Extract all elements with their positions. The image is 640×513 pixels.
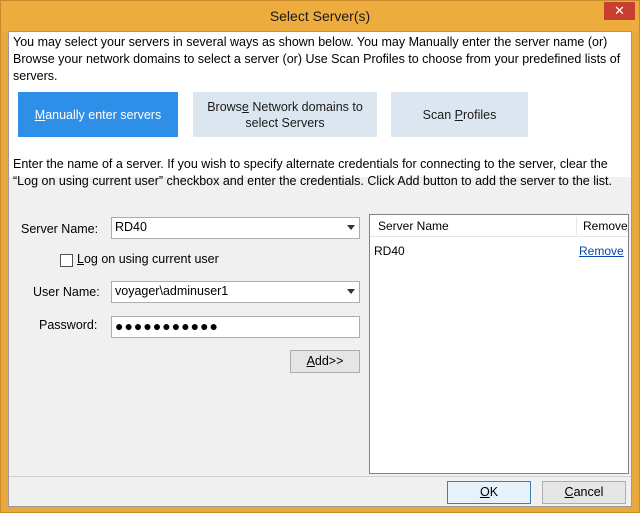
instructions-text: Enter the name of a server. If you wish … <box>13 157 612 188</box>
title-bar: Select Server(s) ✕ <box>1 1 639 31</box>
server-name-combobox[interactable]: RD40 <box>111 217 360 239</box>
intro-text: You may select your servers in several w… <box>9 32 631 83</box>
close-icon: ✕ <box>614 3 625 18</box>
server-name-label: Server Name: <box>21 222 99 236</box>
select-servers-dialog: Select Server(s) ✕ You may select your s… <box>0 0 640 513</box>
browse-network-button[interactable]: Browse Network domains to select Servers <box>193 92 377 137</box>
password-field[interactable]: ●●●●●●●●●●● <box>111 316 360 338</box>
logon-current-user-checkbox[interactable] <box>60 254 73 267</box>
chevron-down-icon[interactable] <box>347 289 355 294</box>
password-label: Password: <box>39 318 98 332</box>
column-divider[interactable] <box>576 217 577 235</box>
scan-profiles-label: Scan Profiles <box>422 107 497 122</box>
server-row-name: RD40 <box>374 244 405 258</box>
ok-button[interactable]: OK <box>447 481 531 504</box>
manual-entry-button[interactable]: Manually enter servers <box>18 92 178 137</box>
user-name-label: User Name: <box>33 285 100 299</box>
remove-server-link[interactable]: Remove <box>579 244 624 258</box>
server-list-header: Server Name Remove <box>370 215 628 237</box>
table-row[interactable]: RD40 Remove <box>370 241 628 261</box>
close-button[interactable]: ✕ <box>604 2 635 20</box>
server-name-value: RD40 <box>115 220 147 234</box>
browse-network-label: Browse Network domains to select Servers <box>207 99 363 130</box>
user-name-combobox[interactable]: voyager\adminuser1 <box>111 281 360 303</box>
scan-profiles-button[interactable]: Scan Profiles <box>391 92 528 137</box>
logon-current-user-label[interactable]: Log on using current user <box>77 252 219 266</box>
server-list[interactable]: Server Name Remove RD40 Remove <box>369 214 629 474</box>
add-button[interactable]: Add>> <box>290 350 360 373</box>
column-header-server-name[interactable]: Server Name <box>378 219 449 233</box>
user-name-value: voyager\adminuser1 <box>115 284 229 298</box>
footer-divider <box>9 476 631 477</box>
column-header-remove[interactable]: Remove <box>583 219 628 233</box>
manual-entry-label: Manually enter servers <box>34 107 162 122</box>
dialog-title: Select Server(s) <box>269 8 371 24</box>
dialog-client-area: You may select your servers in several w… <box>8 31 632 507</box>
chevron-down-icon[interactable] <box>347 225 355 230</box>
cancel-button[interactable]: Cancel <box>542 481 626 504</box>
